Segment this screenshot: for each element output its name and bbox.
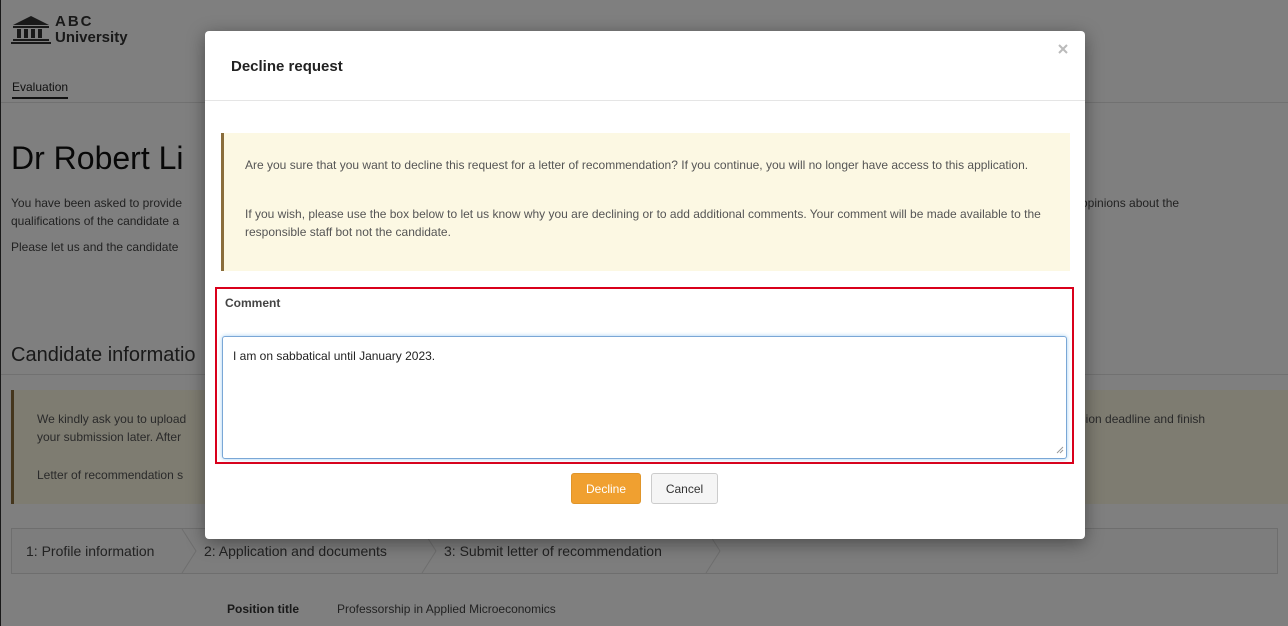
alert-paragraph-2: If you wish, please use the box below to… [245, 207, 1041, 239]
resize-handle-icon[interactable] [1056, 446, 1064, 454]
comment-section: Comment I am on sabbatical until January… [215, 287, 1074, 464]
modal-header: Decline request [205, 31, 1085, 101]
close-button[interactable] [1055, 41, 1071, 57]
modal-title: Decline request [231, 58, 343, 75]
cancel-button[interactable]: Cancel [651, 473, 718, 504]
decline-request-dialog: Decline request Are you sure that you wa… [205, 31, 1085, 539]
decline-warning-alert: Are you sure that you want to decline th… [221, 133, 1070, 271]
comment-label: Comment [225, 296, 281, 310]
alert-paragraph-1: Are you sure that you want to decline th… [245, 158, 1029, 172]
close-icon [1058, 44, 1068, 54]
decline-button[interactable]: Decline [571, 473, 641, 504]
comment-textarea[interactable]: I am on sabbatical until January 2023. [222, 336, 1067, 459]
